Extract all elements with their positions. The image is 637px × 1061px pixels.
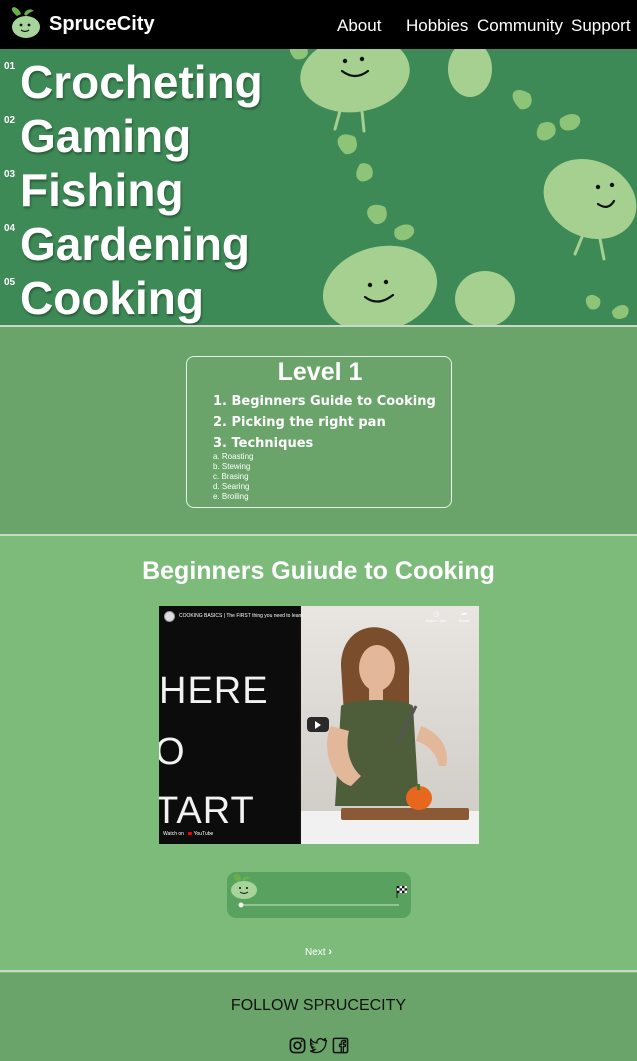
level-title: Level 1 (277, 358, 363, 386)
guide-section: Beginners Guiude to Cooking HERE O TART (0, 537, 637, 970)
toc-subitem-searing[interactable]: d. Searing (213, 482, 249, 491)
video-overlay-text: HERE (159, 670, 269, 712)
watch-on-youtube[interactable]: Watch on YouTube (163, 831, 213, 837)
progress-marker (238, 902, 244, 908)
toc-item-beginners-guide[interactable]: 1. Beginners Guide to Cooking (213, 394, 436, 409)
checkered-flag-icon (396, 886, 407, 898)
hero-banner: 01 Crocheting 02 Gaming 03 Fishing 04 Ga… (0, 49, 637, 325)
channel-avatar[interactable] (164, 611, 175, 622)
facebook-icon[interactable] (332, 1037, 349, 1054)
hobby-name[interactable]: Cooking (20, 271, 204, 325)
watch-later-button[interactable]: ◷ Watch Later (424, 610, 448, 623)
level-card: Level 1 1. Beginners Guide to Cooking 2.… (186, 356, 452, 508)
hobby-item-gaming[interactable]: 02 Gaming (0, 109, 270, 163)
toc-item-techniques[interactable]: 3. Techniques (213, 436, 313, 451)
toc-subitem-roasting[interactable]: a. Roasting (213, 452, 253, 461)
section-divider (0, 534, 637, 536)
guide-title: Beginners Guiude to Cooking (142, 557, 495, 585)
nav-link-about[interactable]: About (337, 16, 381, 36)
share-icon: ➦ (461, 611, 467, 618)
platform-label: YouTube (193, 831, 214, 837)
video-overlay-text: TART (159, 790, 255, 832)
progress-track (231, 874, 407, 908)
toc-subitem-brasing[interactable]: c. Brasing (213, 472, 249, 481)
instagram-icon[interactable] (289, 1037, 306, 1054)
hobby-name[interactable]: Fishing (20, 163, 184, 217)
video-player[interactable]: HERE O TART COOKING BASICS | The FIRST t… (159, 606, 479, 844)
next-label: Next (305, 947, 326, 958)
hobby-number: 01 (4, 61, 16, 72)
video-title[interactable]: COOKING BASICS | The FIRST thing you nee… (179, 613, 303, 619)
next-button[interactable]: Next › (305, 946, 332, 958)
follow-heading: FOLLOW SPRUCECITY (230, 997, 407, 1014)
nav-link-support[interactable]: Support (571, 16, 631, 36)
watch-later-label: Watch Later (425, 618, 447, 623)
section-divider (0, 970, 637, 972)
share-label: Share (458, 618, 470, 623)
video-overlay-text: O (159, 731, 186, 773)
watch-on-label: Watch on (163, 831, 184, 837)
share-button[interactable]: ➦ Share (452, 610, 476, 623)
level-section: Level 1 1. Beginners Guide to Cooking 2.… (0, 327, 637, 534)
youtube-logo-icon (188, 832, 193, 835)
hobby-number: 03 (4, 169, 16, 180)
brand-name[interactable]: SpruceCity (49, 13, 155, 36)
course-progress-card (227, 872, 411, 918)
hobby-item-crocheting[interactable]: 01 Crocheting (0, 55, 270, 109)
hobby-number: 02 (4, 115, 16, 126)
video-text-panel: HERE O TART (159, 606, 299, 844)
hobby-item-cooking[interactable]: 05 Cooking (0, 271, 270, 325)
toc-subitem-stewing[interactable]: b. Stewing (213, 462, 250, 471)
footer: FOLLOW SPRUCECITY (0, 973, 637, 1061)
hobby-number: 04 (4, 223, 16, 234)
top-nav: SpruceCity About Hobbies Community Suppo… (0, 0, 637, 49)
hobby-number: 05 (4, 277, 16, 288)
hobby-name[interactable]: Gardening (20, 217, 250, 271)
hobby-item-fishing[interactable]: 03 Fishing (0, 163, 270, 217)
hobby-name[interactable]: Crocheting (20, 55, 263, 109)
toc-item-picking-pan[interactable]: 2. Picking the right pan (213, 415, 386, 430)
nav-link-hobbies[interactable]: Hobbies (406, 16, 468, 36)
hobby-item-gardening[interactable]: 04 Gardening (0, 217, 270, 271)
toc-subitem-broiling[interactable]: e. Broiling (213, 492, 249, 501)
twitter-icon[interactable] (310, 1037, 327, 1054)
bean-logo-icon[interactable] (8, 5, 44, 41)
play-button-icon[interactable] (307, 717, 329, 732)
clock-icon: ◷ (432, 611, 440, 618)
chevron-right-icon: › (328, 946, 333, 958)
nav-link-community[interactable]: Community (477, 16, 563, 36)
hobby-name[interactable]: Gaming (20, 109, 191, 163)
